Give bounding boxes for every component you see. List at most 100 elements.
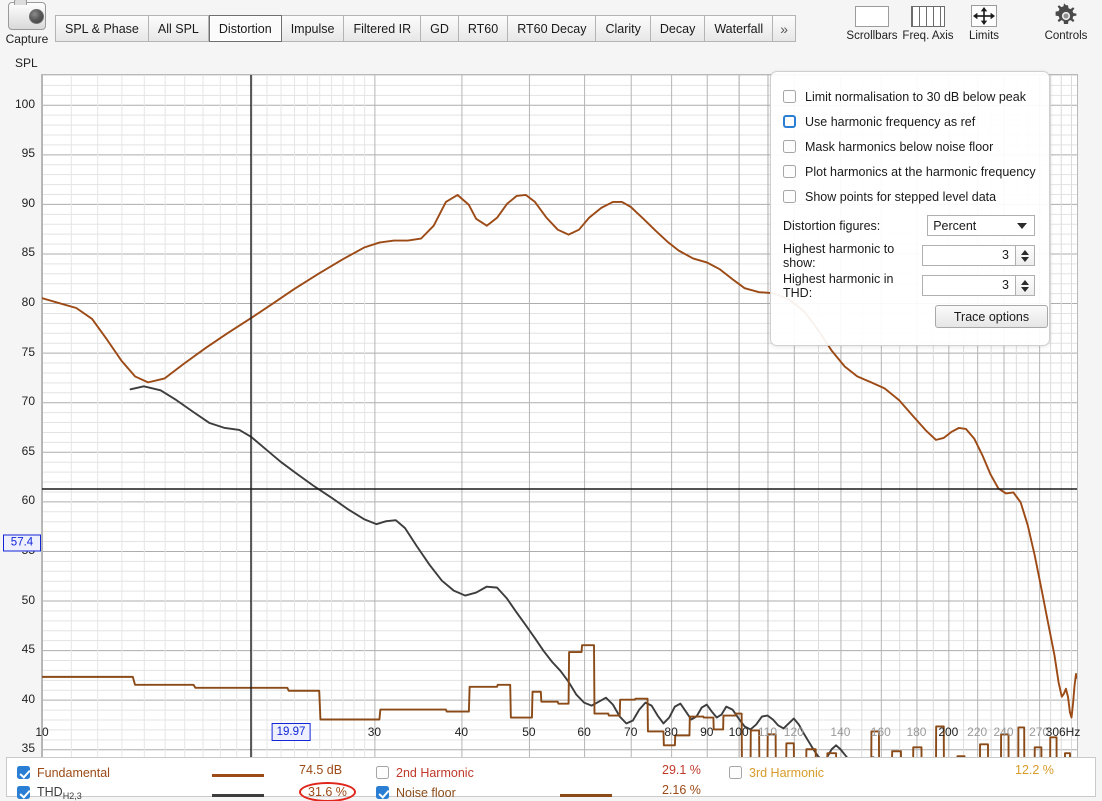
spin-down-icon[interactable] [1021, 256, 1029, 262]
view-tabs: SPL & Phase All SPL Distortion Impulse Filte… [55, 15, 796, 42]
option-label: Mask harmonics below noise floor [805, 139, 994, 154]
tab-[interactable]: » [773, 15, 796, 42]
legend-item[interactable]: 3rd Harmonic [729, 763, 824, 782]
legend-checkbox-icon[interactable] [17, 766, 30, 779]
spin-up-icon[interactable] [1021, 279, 1029, 285]
tab-distortion[interactable]: Distortion [208, 15, 282, 42]
tab-gd[interactable]: GD [421, 15, 459, 42]
cursor-x-readout[interactable]: 19.97 [271, 723, 311, 741]
tab-spl-phase[interactable]: SPL & Phase [55, 15, 149, 42]
highest-harmonic-show-stepper[interactable]: 3 [922, 245, 1035, 266]
distortion-figures-label: Distortion figures: [783, 218, 881, 233]
distortion-figures-row: Distortion figures: Percent [783, 212, 1035, 239]
highest-harmonic-thd-input[interactable]: 3 [922, 275, 1016, 296]
tab-label: Clarity [605, 21, 641, 36]
freq-axis-icon [911, 2, 945, 30]
highest-harmonic-show-row: Highest harmonic to show: 3 [783, 242, 1035, 270]
checkbox-icon[interactable] [783, 90, 796, 103]
tab-impulse[interactable]: Impulse [281, 15, 345, 42]
legend-checkbox-icon[interactable] [376, 786, 389, 799]
cursor-y-readout[interactable]: 57.4 [3, 534, 41, 552]
legend-item[interactable]: 2nd Harmonic [376, 763, 474, 782]
tab-clarity[interactable]: Clarity [596, 15, 651, 42]
x-axis-tick-label: 90 [700, 725, 714, 739]
option-label: Show points for stepped level data [805, 189, 997, 204]
option-row[interactable]: Mask harmonics below noise floor [783, 134, 1035, 159]
option-row[interactable]: Use harmonic frequency as ref [783, 109, 1035, 134]
tab-label: RT60 Decay [517, 21, 587, 36]
highest-harmonic-show-spin-buttons[interactable] [1016, 245, 1035, 266]
spin-up-icon[interactable] [1021, 249, 1029, 255]
y-axis[interactable]: 1009590858075706560555045403557.4 [0, 55, 41, 755]
legend-checkbox-icon[interactable] [17, 786, 30, 799]
gear-icon [1053, 2, 1079, 30]
x-axis-tick-label: 140 [830, 725, 851, 739]
highest-harmonic-thd-spin-buttons[interactable] [1016, 275, 1035, 296]
x-axis-tick-label: 120 [783, 725, 804, 739]
camera-icon [8, 0, 46, 30]
x-axis-tick-label: 200 [938, 725, 959, 739]
legend-item[interactable]: Noise floor [376, 783, 456, 801]
highest-harmonic-thd-row: Highest harmonic in THD: 3 [783, 271, 1035, 300]
tab-rt60-decay[interactable]: RT60 Decay [508, 15, 597, 42]
y-axis-tick-label: 60 [21, 493, 35, 508]
legend-value: 29.1 % [662, 763, 701, 777]
x-axis-tick-label: 240 [993, 725, 1014, 739]
scrollbars-label: Scrollbars [846, 30, 898, 42]
tab-decay[interactable]: Decay [650, 15, 706, 42]
tab-label: Waterfall [714, 21, 764, 36]
legend-color-swatch [212, 794, 264, 797]
legend-checkbox-icon[interactable] [376, 766, 389, 779]
option-row[interactable]: Limit normalisation to 30 dB below peak [783, 84, 1035, 109]
y-axis-tick-label: 50 [21, 592, 35, 607]
distortion-figures-select[interactable]: Percent [927, 215, 1035, 236]
tab-all-spl[interactable]: All SPL [148, 15, 209, 42]
legend-value: 2.16 % [662, 783, 701, 797]
option-row[interactable]: Plot harmonics at the harmonic frequency [783, 159, 1036, 184]
y-axis-tick-label: 90 [21, 195, 35, 210]
highest-harmonic-show-input[interactable]: 3 [922, 245, 1016, 266]
legend-value-highlighted: 31.6 % [299, 782, 356, 801]
highest-harmonic-thd-stepper[interactable]: 3 [922, 275, 1035, 296]
legend-item-label: 2nd Harmonic [396, 766, 474, 780]
y-axis-tick-label: 80 [21, 295, 35, 310]
distortion-options-panel[interactable]: Limit normalisation to 30 dB below peak U… [770, 71, 1050, 346]
x-axis-tick-label: 220 [967, 725, 988, 739]
checkbox-icon[interactable] [783, 165, 796, 178]
x-axis-tick-label: 100 [728, 725, 749, 739]
option-row[interactable]: Show points for stepped level data [783, 184, 1035, 209]
x-axis-tick-label: 60 [577, 725, 591, 739]
checkbox-icon[interactable] [783, 115, 796, 128]
scrollbars-button[interactable]: Scrollbars [844, 2, 900, 42]
tab-label: GD [430, 21, 449, 36]
capture-button[interactable]: Capture [2, 0, 52, 46]
checkbox-icon[interactable] [783, 190, 796, 203]
legend-bar: Fundamental 74.5 dB THDH2,3 31.6 % 2nd Harmo… [6, 757, 1096, 801]
y-axis-tick-label: 85 [21, 245, 35, 260]
controls-label: Controls [1044, 30, 1088, 42]
checkbox-icon[interactable] [783, 140, 796, 153]
y-axis-tick-label: 40 [21, 691, 35, 706]
tab-label: Impulse [290, 21, 335, 36]
limits-button[interactable]: Limits [956, 2, 1012, 42]
legend-item-name: 3rd Harmonic [749, 765, 825, 780]
freq-axis-button[interactable]: Freq. Axis [900, 2, 956, 42]
highest-harmonic-thd-label: Highest harmonic in THD: [783, 271, 894, 300]
tab-label: SPL & Phase [65, 21, 139, 36]
x-axis-tick-label: 180 [906, 725, 927, 739]
option-label: Use harmonic frequency as ref [805, 114, 976, 129]
chevron-down-icon [1017, 222, 1027, 229]
tab-filtered-ir[interactable]: Filtered IR [344, 15, 422, 42]
legend-item[interactable]: THDH2,3 [17, 783, 82, 801]
tab-rt60[interactable]: RT60 [458, 15, 509, 42]
legend-color-swatch [560, 794, 612, 797]
x-axis-tick-label: 30 [367, 725, 382, 739]
tab-waterfall[interactable]: Waterfall [705, 15, 774, 42]
legend-checkbox-icon[interactable] [729, 766, 742, 779]
trace-options-button[interactable]: Trace options [935, 305, 1048, 328]
x-axis[interactable]: 10 30 40 50 60 70 80 90 100 110 120 140 160 180 200 220… [35, 723, 1102, 755]
controls-button[interactable]: Controls [1038, 2, 1094, 42]
x-axis-tick-label: 110 [757, 725, 778, 739]
spin-down-icon[interactable] [1021, 286, 1029, 292]
legend-item[interactable]: Fundamental [17, 763, 110, 782]
